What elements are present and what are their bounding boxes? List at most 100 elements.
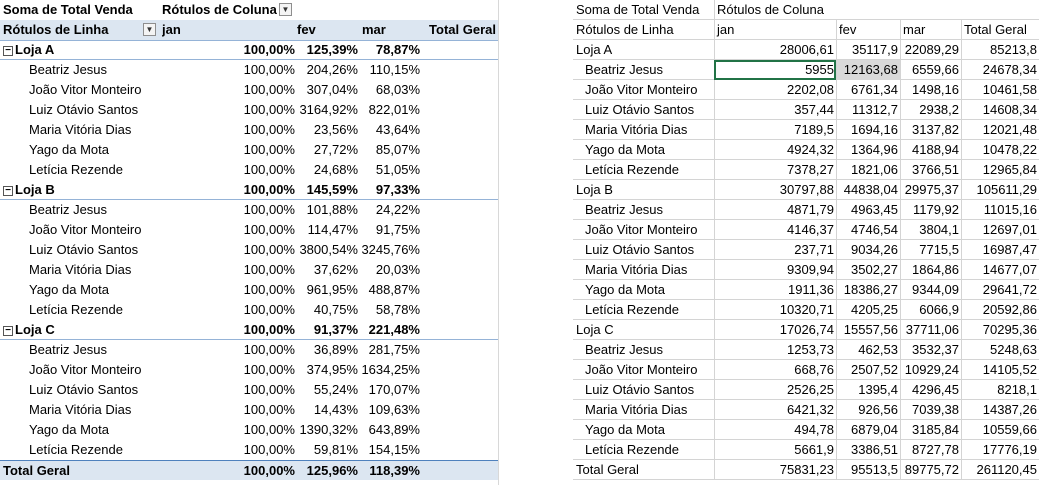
highlighted-cell[interactable]: 12163,68 <box>836 60 900 80</box>
value-cell[interactable]: 58,78% <box>360 300 420 320</box>
value-cell[interactable]: 100,00% <box>160 400 295 420</box>
value-cell[interactable]: 3185,84 <box>900 420 961 440</box>
value-cell[interactable]: 8218,1 <box>961 380 1039 400</box>
value-cell[interactable]: 100,00% <box>160 220 295 240</box>
value-cell[interactable]: 2507,52 <box>836 360 900 380</box>
value-cell[interactable]: 7039,38 <box>900 400 961 420</box>
row-label[interactable]: Letícia Rezende <box>585 300 723 320</box>
value-cell[interactable]: 100,00% <box>160 340 295 360</box>
value-cell[interactable]: 100,00% <box>160 300 295 320</box>
value-cell[interactable]: 100,00% <box>160 60 295 80</box>
value-cell[interactable]: 5661,9 <box>714 440 836 460</box>
value-cell[interactable]: 125,96% <box>297 461 358 481</box>
value-cell[interactable]: 11312,7 <box>836 100 900 120</box>
value-cell[interactable]: 100,00% <box>160 120 295 140</box>
row-label[interactable]: Luiz Otávio Santos <box>585 240 723 260</box>
value-cell[interactable]: 3766,51 <box>900 160 961 180</box>
value-cell[interactable]: 1253,73 <box>714 340 836 360</box>
value-cell[interactable]: 4924,32 <box>714 140 836 160</box>
value-cell[interactable]: 374,95% <box>297 360 358 380</box>
value-cell[interactable]: 100,00% <box>160 40 295 60</box>
value-cell[interactable]: 3164,92% <box>297 100 358 120</box>
value-cell[interactable]: 16987,47 <box>961 240 1039 260</box>
value-cell[interactable]: 35117,9 <box>836 40 900 60</box>
value-cell[interactable]: 3245,76% <box>360 240 420 260</box>
value-cell[interactable]: 4746,54 <box>836 220 900 240</box>
value-cell[interactable]: 1179,92 <box>900 200 961 220</box>
group-label-cell[interactable]: − Loja C <box>3 320 158 340</box>
value-cell[interactable]: 24,22% <box>360 200 420 220</box>
value-cell[interactable]: 100,00% <box>160 160 295 180</box>
value-cell[interactable]: 51,05% <box>360 160 420 180</box>
value-cell[interactable]: 6761,34 <box>836 80 900 100</box>
row-label[interactable]: Yago da Mota <box>585 420 723 440</box>
value-cell[interactable]: 97,33% <box>360 180 420 200</box>
value-cell[interactable]: 221,48% <box>360 320 420 340</box>
value-cell[interactable]: 4871,79 <box>714 200 836 220</box>
value-cell[interactable]: 78,87% <box>360 40 420 60</box>
value-cell[interactable]: 44838,04 <box>836 180 900 200</box>
collapse-icon[interactable]: − <box>3 46 13 56</box>
value-cell[interactable]: 100,00% <box>160 100 295 120</box>
value-cell[interactable]: 3502,27 <box>836 260 900 280</box>
value-cell[interactable]: 3386,51 <box>836 440 900 460</box>
value-cell[interactable]: 28006,61 <box>714 40 836 60</box>
value-cell[interactable]: 488,87% <box>360 280 420 300</box>
value-cell[interactable]: 68,03% <box>360 80 420 100</box>
group-label-cell[interactable]: − Loja B <box>3 180 158 200</box>
value-cell[interactable]: 1694,16 <box>836 120 900 140</box>
value-cell[interactable]: 7189,5 <box>714 120 836 140</box>
value-cell[interactable]: 3804,1 <box>900 220 961 240</box>
grand-total-label[interactable]: Total Geral <box>3 461 158 481</box>
value-cell[interactable]: 125,39% <box>297 40 358 60</box>
collapse-icon[interactable]: − <box>3 326 13 336</box>
value-cell[interactable]: 926,56 <box>836 400 900 420</box>
value-cell[interactable]: 961,95% <box>297 280 358 300</box>
group-label[interactable]: Loja A <box>576 40 714 60</box>
value-cell[interactable]: 118,39% <box>360 461 420 481</box>
value-cell[interactable]: 307,04% <box>297 80 358 100</box>
value-cell[interactable]: 1821,06 <box>836 160 900 180</box>
value-cell[interactable]: 17026,74 <box>714 320 836 340</box>
value-cell[interactable]: 20,03% <box>360 260 420 280</box>
column-header-total[interactable]: Total Geral <box>422 20 496 40</box>
value-cell[interactable]: 5248,63 <box>961 340 1039 360</box>
value-cell[interactable]: 4146,37 <box>714 220 836 240</box>
row-label[interactable]: Yago da Mota <box>585 140 723 160</box>
value-cell[interactable]: 1911,36 <box>714 280 836 300</box>
value-cell[interactable]: 36,89% <box>297 340 358 360</box>
value-cell[interactable]: 4205,25 <box>836 300 900 320</box>
value-cell[interactable]: 14608,34 <box>961 100 1039 120</box>
value-cell[interactable]: 30797,88 <box>714 180 836 200</box>
value-cell[interactable]: 822,01% <box>360 100 420 120</box>
value-cell[interactable]: 24,68% <box>297 160 358 180</box>
value-cell[interactable]: 23,56% <box>297 120 358 140</box>
value-cell[interactable]: 204,26% <box>297 60 358 80</box>
value-cell[interactable]: 114,47% <box>297 220 358 240</box>
value-cell[interactable]: 3800,54% <box>297 240 358 260</box>
row-label[interactable]: Beatriz Jesus <box>585 200 723 220</box>
column-header-total[interactable]: Total Geral <box>961 20 1039 40</box>
value-cell[interactable]: 100,00% <box>160 380 295 400</box>
value-cell[interactable]: 357,44 <box>714 100 836 120</box>
column-labels-label[interactable]: Rótulos de Coluna <box>162 0 280 20</box>
value-cell[interactable]: 20592,86 <box>961 300 1039 320</box>
row-label[interactable]: Beatriz Jesus <box>585 60 723 80</box>
value-cell[interactable]: 7378,27 <box>714 160 836 180</box>
row-labels-label[interactable]: Rótulos de Linha <box>3 20 158 40</box>
value-cell[interactable]: 145,59% <box>297 180 358 200</box>
value-cell[interactable]: 22089,29 <box>900 40 961 60</box>
value-cell[interactable]: 6559,66 <box>900 60 961 80</box>
value-cell[interactable]: 1864,86 <box>900 260 961 280</box>
value-cell[interactable]: 100,00% <box>160 140 295 160</box>
value-cell[interactable]: 1364,96 <box>836 140 900 160</box>
value-cell[interactable]: 100,00% <box>160 320 295 340</box>
value-cell[interactable]: 85213,8 <box>961 40 1039 60</box>
value-cell[interactable]: 1498,16 <box>900 80 961 100</box>
value-cell[interactable]: 1634,25% <box>360 360 420 380</box>
value-cell[interactable]: 14105,52 <box>961 360 1039 380</box>
column-filter-dropdown-icon[interactable]: ▼ <box>279 3 292 16</box>
value-cell[interactable]: 154,15% <box>360 440 420 460</box>
value-cell[interactable]: 95513,5 <box>836 460 900 480</box>
value-cell[interactable]: 1395,4 <box>836 380 900 400</box>
